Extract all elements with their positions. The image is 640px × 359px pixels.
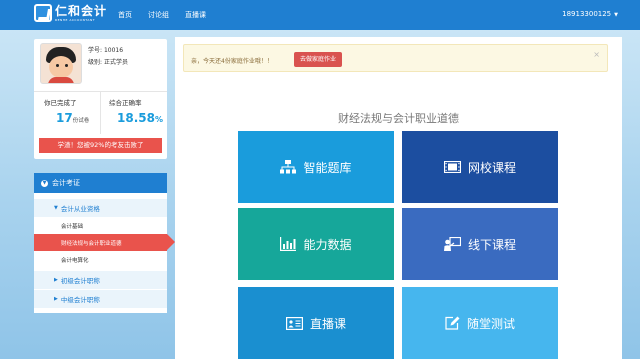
close-icon[interactable]: × <box>593 50 600 59</box>
homework-notice: 亲，今天还4份家庭作业哦！！ 去做家庭作业 × <box>183 44 608 72</box>
caret-right-icon: ▶ <box>54 296 58 302</box>
main-panel: 亲，今天还4份家庭作业哦！！ 去做家庭作业 × 财经法规与会计职业道德 智能题库… <box>175 37 622 359</box>
top-bar: 仁和会计 RENHE ACCOUNTANT 首页 讨论组 直播课 1891330… <box>0 0 640 30</box>
tree-section-accounting-qualification[interactable]: ▼ 会计从业资格 <box>34 199 167 217</box>
tile-smart-question-bank[interactable]: 智能题库 <box>238 131 394 203</box>
tile-ability-data[interactable]: 能力数据 <box>238 208 394 280</box>
student-level: 级别: 正式学员 <box>88 59 128 66</box>
logo-icon <box>34 4 52 22</box>
ranking-alert: 学渣！您被92%的考友击败了 <box>39 138 162 153</box>
notice-text: 亲，今天还4份家庭作业哦！！ <box>191 58 273 65</box>
tile-online-courses[interactable]: 网校课程 <box>402 131 558 203</box>
caret-right-icon: ▶ <box>54 277 58 283</box>
tree-header[interactable]: ▼ 会计考证 <box>34 173 167 193</box>
accuracy-value: 18.58% <box>117 111 163 125</box>
completed-count: 17份试卷 <box>56 111 90 125</box>
tile-live-class[interactable]: 直播课 <box>238 287 394 359</box>
tile-offline-courses[interactable]: 线下课程 <box>402 208 558 280</box>
chevron-down-icon: ▼ <box>614 12 618 18</box>
avatar <box>40 43 82 84</box>
profile-card: 学号: 10016 级别: 正式学员 你已完成了 综合正确率 17份试卷 18.… <box>34 39 167 159</box>
logo-subtitle: RENHE ACCOUNTANT <box>55 17 96 22</box>
user-menu[interactable]: 18913300125 ▼ <box>562 10 618 18</box>
live-screen-icon <box>285 316 303 330</box>
tree-section-intermediate-title[interactable]: ▶ 中级会计职称 <box>34 290 167 308</box>
bar-chart-icon <box>280 237 297 251</box>
logo[interactable]: 仁和会计 RENHE ACCOUNTANT <box>34 4 107 22</box>
do-homework-button[interactable]: 去做家庭作业 <box>294 52 343 67</box>
tile-label: 能力数据 <box>303 237 352 252</box>
teacher-icon <box>443 237 461 251</box>
tree-leaf-finance-law[interactable]: 财经法规与会计职业道德 <box>34 234 175 251</box>
tile-label: 直播课 <box>309 316 346 331</box>
main-nav: 首页 讨论组 直播课 <box>118 0 222 30</box>
accuracy-label: 综合正确率 <box>109 99 142 107</box>
user-phone: 18913300125 <box>562 10 612 18</box>
caret-down-icon: ▼ <box>54 205 58 211</box>
tree-leaf-accounting-basics[interactable]: 会计基础 <box>34 217 167 234</box>
tile-label: 线下课程 <box>467 237 516 252</box>
nav-discussion[interactable]: 讨论组 <box>148 10 169 20</box>
tile-quiz[interactable]: 随堂测试 <box>402 287 558 359</box>
sitemap-icon <box>280 160 297 174</box>
tile-label: 网校课程 <box>467 160 516 175</box>
tree-leaf-computerized-accounting[interactable]: 会计电算化 <box>34 251 167 268</box>
course-tree: ▼ 会计考证 ▼ 会计从业资格 会计基础 财经法规与会计职业道德 会计电算化 ▶ 初级… <box>34 173 175 313</box>
nav-live[interactable]: 直播课 <box>185 10 206 20</box>
subject-title: 财经法规与会计职业道德 <box>338 112 459 125</box>
film-icon <box>443 161 461 173</box>
tree-section-junior-title[interactable]: ▶ 初级会计职称 <box>34 271 167 289</box>
tile-label: 随堂测试 <box>466 316 515 331</box>
completed-label: 你已完成了 <box>44 99 77 107</box>
chevron-down-circle-icon: ▼ <box>41 179 48 187</box>
nav-home[interactable]: 首页 <box>118 10 132 20</box>
tile-label: 智能题库 <box>303 160 352 175</box>
edit-icon <box>445 316 460 330</box>
student-number: 学号: 10016 <box>88 47 124 54</box>
logo-name: 仁和会计 <box>55 3 108 18</box>
